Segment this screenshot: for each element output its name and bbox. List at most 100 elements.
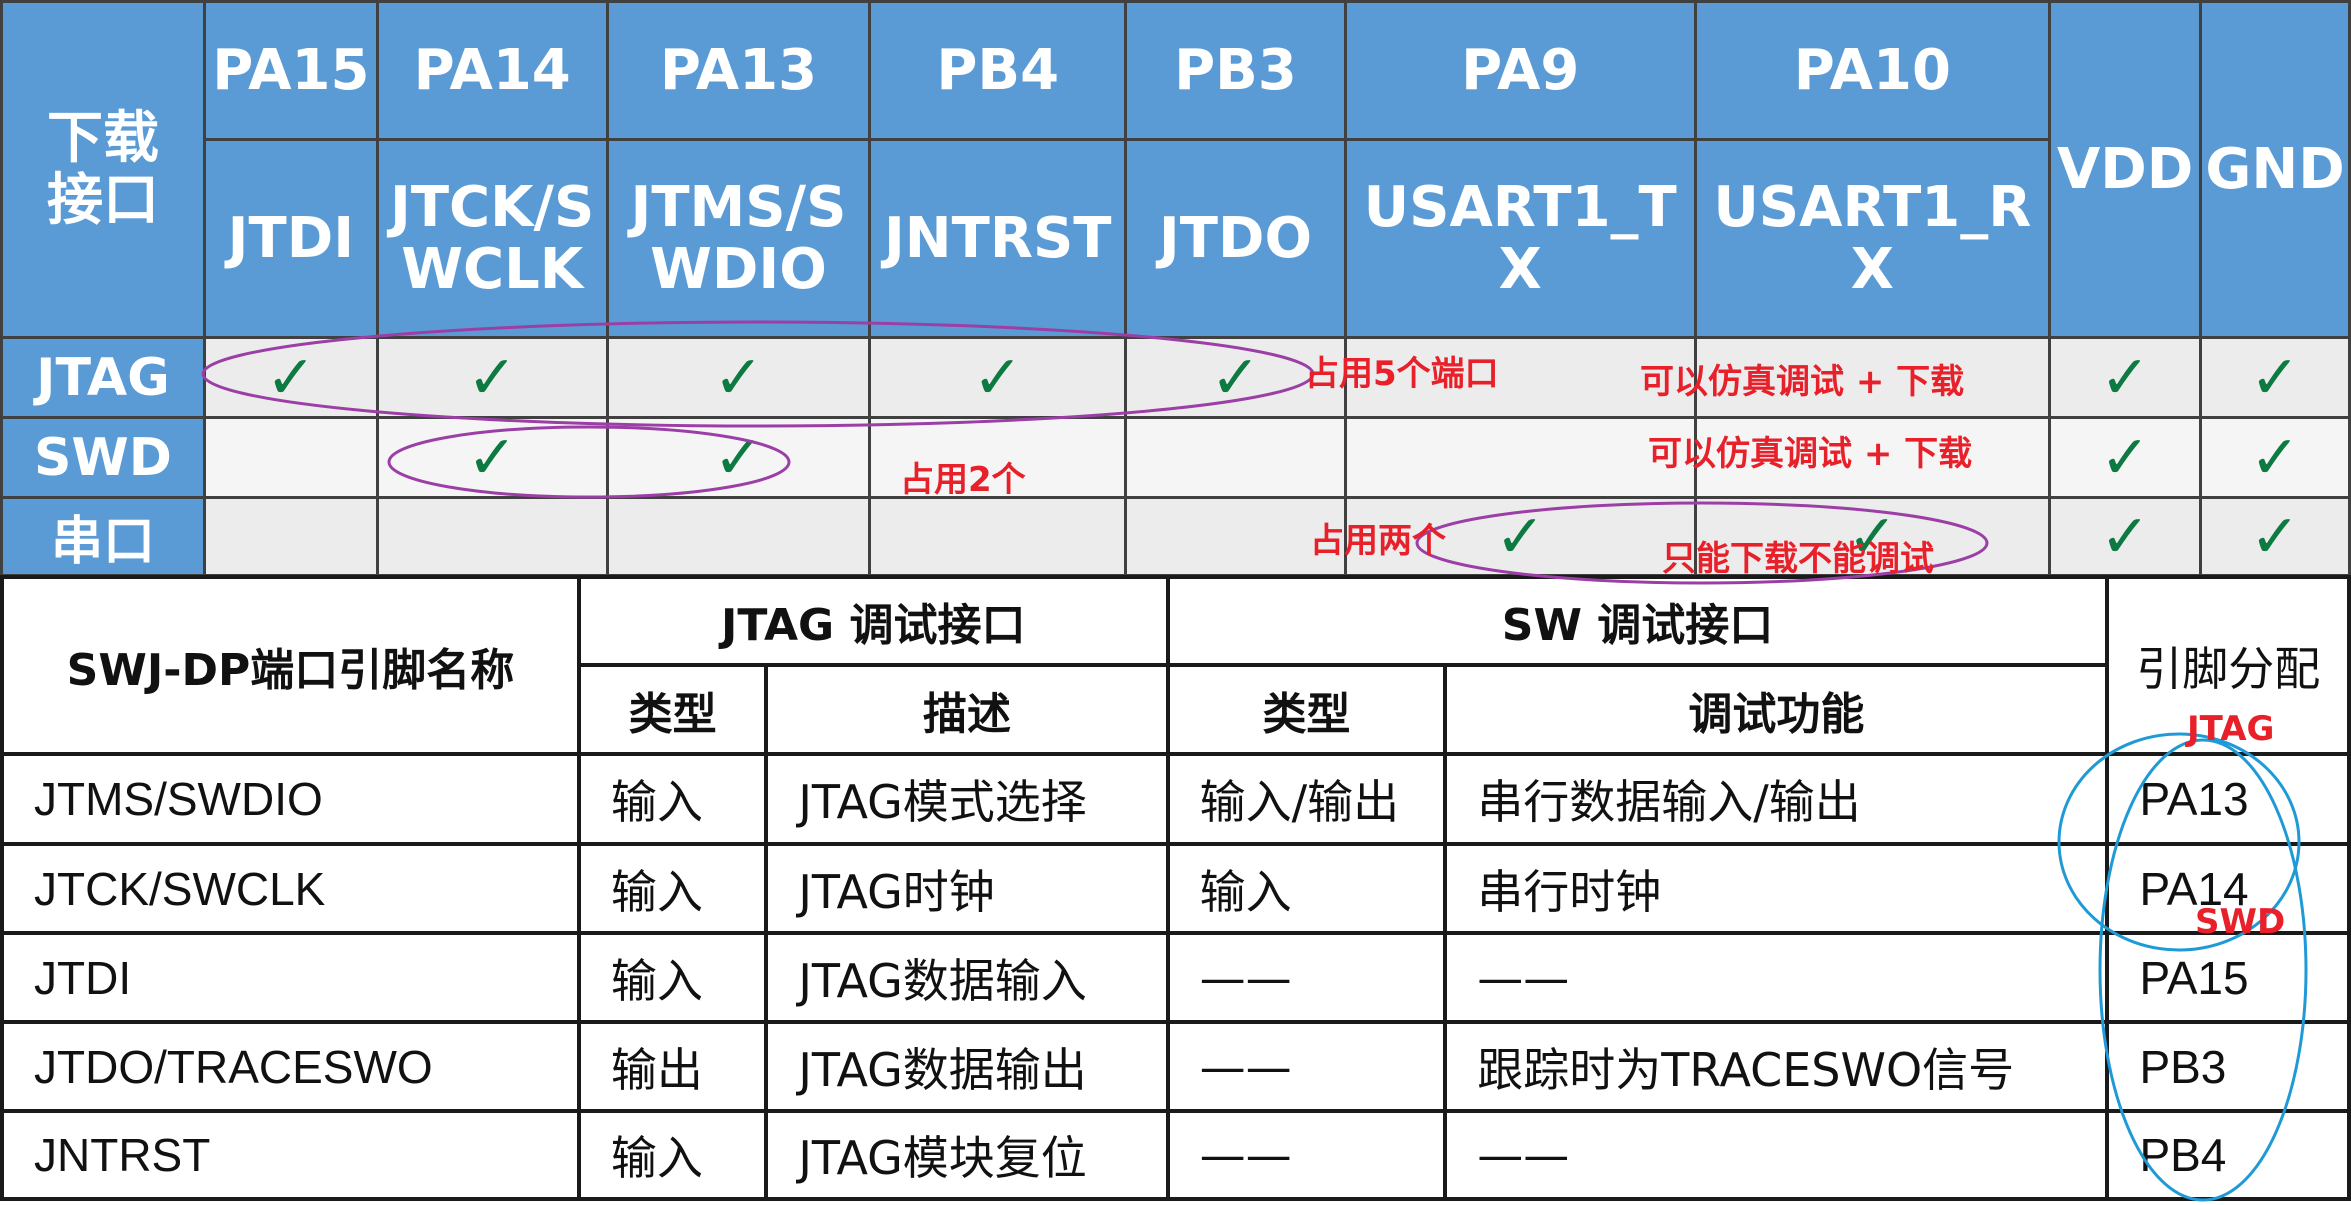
gnd-header: GND — [2199, 0, 2351, 339]
check-mark-icon: ✓ — [2249, 501, 2301, 572]
check-cell: ✓ — [202, 336, 379, 419]
function-header: JNTRST — [868, 138, 1128, 339]
function-header: USART1_RX — [1693, 138, 2052, 339]
check-mark-icon: ✓ — [2249, 342, 2301, 413]
jtag-type: 输入 — [576, 842, 769, 935]
jtag-type: 输出 — [576, 1020, 769, 1113]
function-header: JTCK/SWCLK — [375, 138, 609, 339]
sw-func: —— — [1443, 1109, 2110, 1201]
jtag-type-header: 类型 — [576, 663, 769, 756]
check-cell — [1124, 416, 1347, 499]
sw-type: —— — [1165, 1109, 1448, 1201]
sw-group-header: SW 调试接口 — [1165, 575, 2110, 667]
check-cell — [202, 496, 379, 577]
check-cell: ✓ — [2199, 336, 2351, 419]
pin-label: PB3 — [1174, 37, 1297, 103]
check-mark-icon: ✓ — [2099, 422, 2151, 493]
function-header: USART1_TX — [1343, 138, 1697, 339]
sw-type: 输入 — [1165, 842, 1448, 935]
swd-capability-note: 可以仿真调试 + 下载 — [1648, 434, 1973, 474]
check-cell: ✓ — [2048, 416, 2203, 499]
row-label: SWD — [0, 416, 206, 499]
pin-label: PA13 — [659, 37, 818, 103]
function-label: USART1_TX — [1363, 174, 1677, 302]
check-mark-icon: ✓ — [2249, 422, 2301, 493]
serial-capability-note: 只能下载不能调试 — [1662, 539, 1934, 579]
pin-label: PA9 — [1461, 37, 1580, 103]
sw-func: 串行数据输入/输出 — [1443, 752, 2110, 846]
swd-ports-note: 占用2个 — [900, 460, 1026, 500]
sw-func-header: 调试功能 — [1443, 663, 2110, 756]
check-mark-icon: ✓ — [713, 342, 764, 413]
jtag-type: 输入 — [576, 931, 769, 1024]
function-header: JTMS/SWDIO — [605, 138, 872, 339]
check-cell — [202, 416, 379, 499]
check-cell — [605, 496, 872, 577]
pin-header: PA10 — [1693, 0, 2052, 141]
check-cell — [375, 496, 609, 577]
power-label: VDD — [2056, 136, 2194, 202]
jtag-desc: JTAG模式选择 — [764, 752, 1170, 846]
row-label: JTAG — [0, 336, 206, 419]
pin-label: PA10 — [1793, 37, 1951, 103]
function-label: JTMS/SWDIO — [630, 174, 847, 302]
table-row: JTMS/SWDIO 输入 JTAG模式选择 输入/输出 串行数据输入/输出 P… — [0, 752, 2351, 846]
sw-type: —— — [1165, 1020, 1448, 1113]
check-cell: ✓ — [868, 336, 1128, 419]
pin-name: JTDO/TRACESWO — [0, 1020, 581, 1113]
swd-tag: SWD — [2195, 902, 2286, 942]
pin-label: PA14 — [413, 37, 571, 103]
check-mark-icon: ✓ — [1210, 342, 1261, 413]
pin-assign: PA13 — [2105, 752, 2351, 846]
pin-header: PA9 — [1343, 0, 1697, 141]
table-row: JTCK/SWCLK 输入 JTAG时钟 输入 串行时钟 PA14 — [0, 842, 2351, 935]
check-cell: ✓ — [2048, 336, 2203, 419]
pin-header: PA14 — [375, 0, 609, 141]
function-label: JTCK/SWCLK — [390, 174, 595, 302]
jtag-type: 输入 — [576, 1109, 769, 1201]
sw-func: —— — [1443, 931, 2110, 1024]
row-swd: SWD ✓ ✓ ✓ ✓ — [0, 416, 2351, 499]
swj-dp-pin-table: SWJ-DP端口引脚名称 JTAG 调试接口 SW 调试接口 引脚分配 类型 描… — [0, 575, 2351, 1201]
sw-func: 跟踪时为TRACESWO信号 — [1443, 1020, 2110, 1113]
sw-func: 串行时钟 — [1443, 842, 2110, 935]
check-mark-icon: ✓ — [2099, 342, 2151, 413]
row-jtag: JTAG ✓ ✓ ✓ ✓ ✓ ✓ ✓ — [0, 336, 2351, 419]
corner-label-1: 下载 — [46, 105, 159, 171]
jtag-tag: JTAG — [2187, 709, 2275, 749]
function-header: JTDO — [1124, 138, 1347, 339]
pin-assign: PB3 — [2105, 1020, 2351, 1113]
pin-header: PB3 — [1124, 0, 1347, 141]
function-header: JTDI — [202, 138, 379, 339]
function-label: JTDI — [227, 205, 355, 271]
check-mark-icon: ✓ — [972, 342, 1023, 413]
check-cell: ✓ — [2199, 496, 2351, 577]
function-label: JTDO — [1158, 205, 1313, 271]
pin-name-header: SWJ-DP端口引脚名称 — [0, 575, 581, 756]
table-row: JNTRST 输入 JTAG模块复位 —— —— PB4 — [0, 1109, 2351, 1201]
jtag-desc-header: 描述 — [764, 663, 1170, 756]
pin-name: JNTRST — [0, 1109, 581, 1201]
sw-type-header: 类型 — [1165, 663, 1448, 756]
table-row: JTDI 输入 JTAG数据输入 —— —— PA15 — [0, 931, 2351, 1024]
pin-header: PA15 — [202, 0, 379, 141]
row-serial: 串口 ✓ ✓ ✓ ✓ — [0, 496, 2351, 577]
jtag-desc: JTAG时钟 — [764, 842, 1170, 935]
vdd-header: VDD — [2048, 0, 2203, 339]
check-mark-icon: ✓ — [2099, 501, 2151, 572]
jtag-desc: JTAG数据输出 — [764, 1020, 1170, 1113]
pin-header: PB4 — [868, 0, 1128, 141]
corner-header: 下载 接口 — [0, 0, 206, 339]
check-mark-icon: ✓ — [467, 422, 518, 493]
check-cell — [868, 496, 1128, 577]
pin-header: PA13 — [605, 0, 872, 141]
jtag-desc: JTAG模块复位 — [764, 1109, 1170, 1201]
check-mark-icon: ✓ — [467, 342, 518, 413]
jtag-desc: JTAG数据输入 — [764, 931, 1170, 1024]
check-cell: ✓ — [2048, 496, 2203, 577]
table-row: JTDO/TRACESWO 输出 JTAG数据输出 —— 跟踪时为TRACESW… — [0, 1020, 2351, 1113]
function-label: JNTRST — [883, 205, 1112, 271]
jtag-type: 输入 — [576, 752, 769, 846]
row-label: 串口 — [0, 496, 206, 577]
pin-assign: PB4 — [2105, 1109, 2351, 1201]
